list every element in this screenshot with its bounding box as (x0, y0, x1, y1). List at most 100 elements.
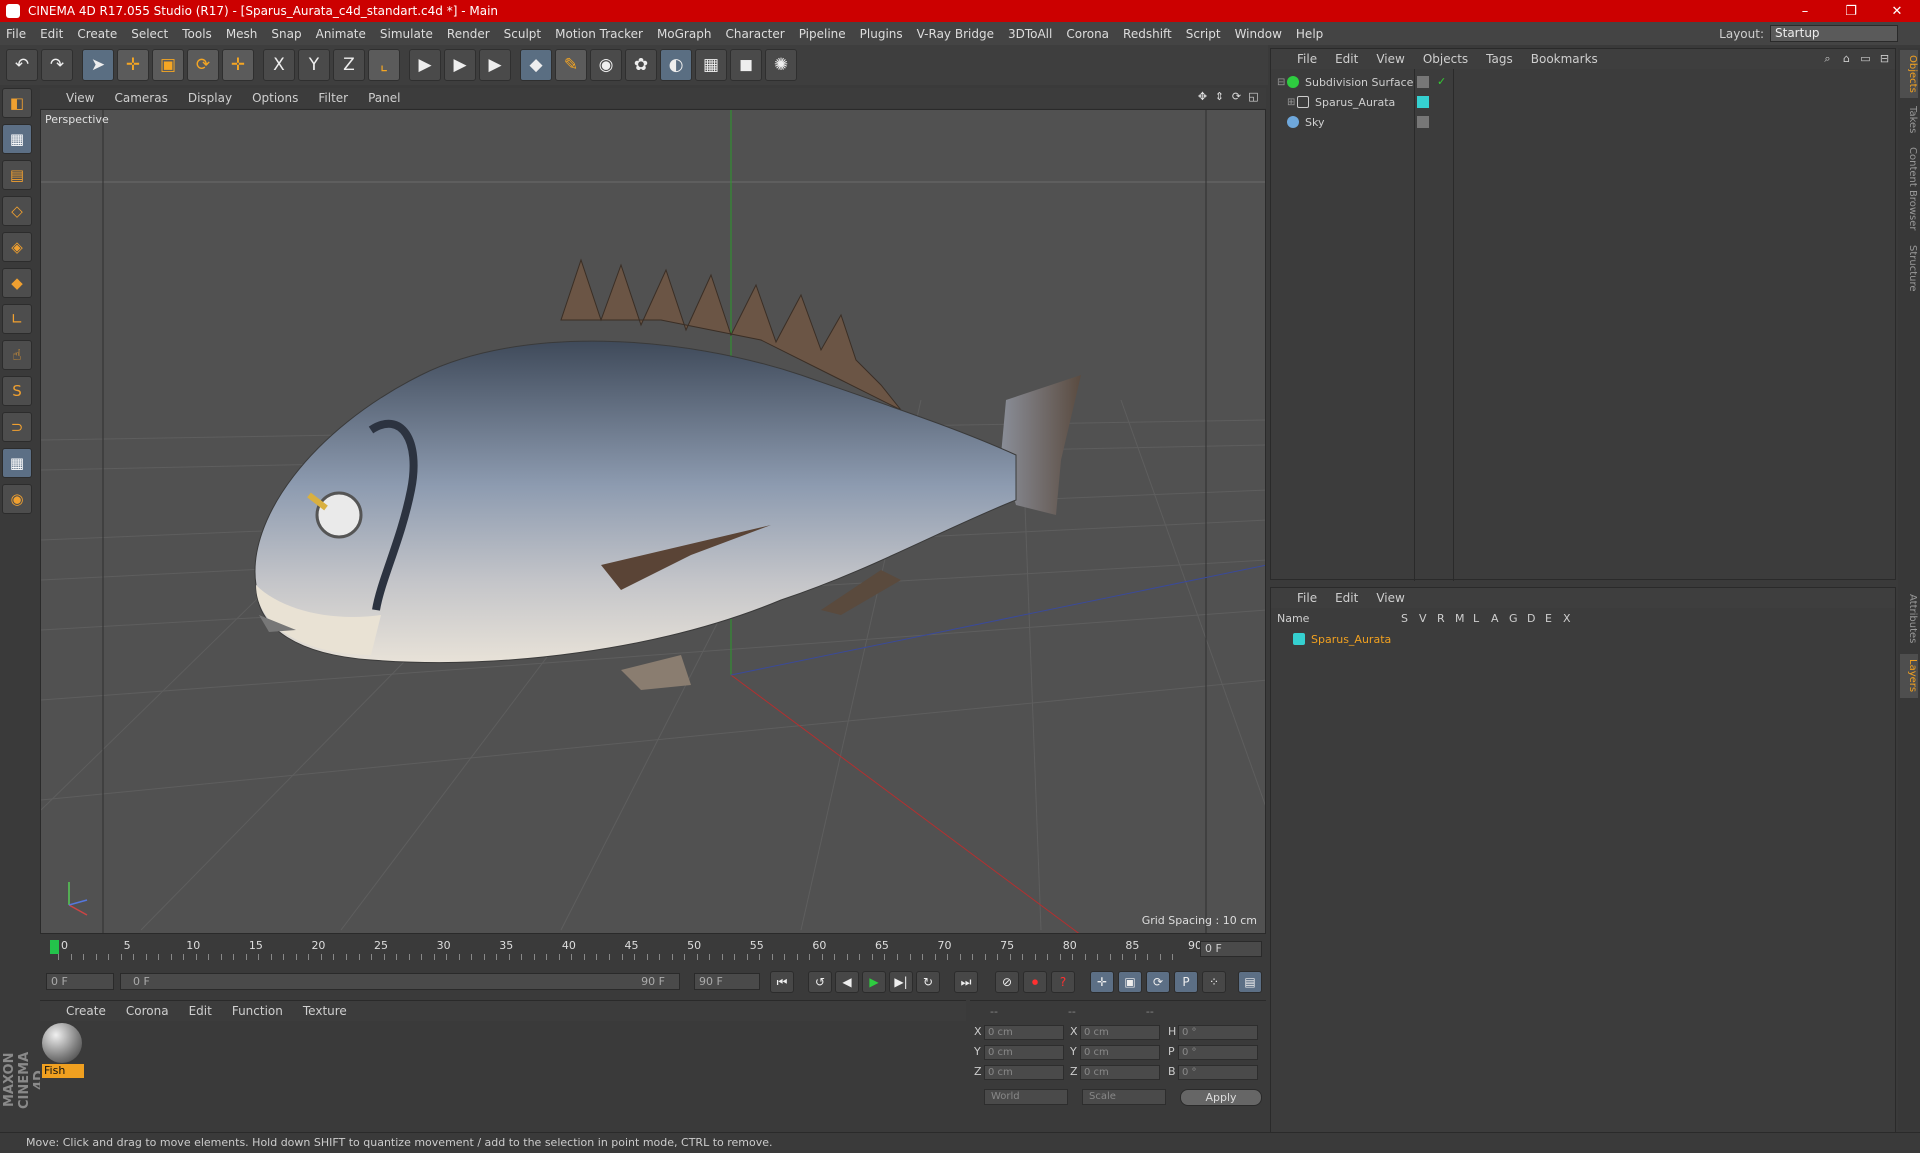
viewport-menu-panel[interactable]: Panel (368, 91, 400, 105)
menu-mesh[interactable]: Mesh (226, 27, 258, 41)
subdivision-surface-button[interactable]: ◉ (590, 49, 622, 81)
tweak-mode-button[interactable]: ☝ (2, 340, 32, 370)
render-picture-viewer-button[interactable]: ▶ (444, 49, 476, 81)
menu-snap[interactable]: Snap (271, 27, 301, 41)
key-rotation-button[interactable]: ⟳ (1146, 971, 1170, 993)
make-editable-button[interactable]: ◧ (2, 88, 32, 118)
z-axis-lock-button[interactable]: Z (333, 49, 365, 81)
menu-script[interactable]: Script (1186, 27, 1221, 41)
close-button[interactable]: ✕ (1874, 0, 1920, 22)
previous-keyframe-button[interactable]: ↺ (808, 971, 832, 993)
light-button[interactable]: ✺ (765, 49, 797, 81)
rot-h-field[interactable]: 0 ° (1178, 1025, 1258, 1040)
pos-y-field[interactable]: 0 cm (984, 1045, 1064, 1060)
last-tool-button[interactable]: ✛ (222, 49, 254, 81)
y-axis-lock-button[interactable]: Y (298, 49, 330, 81)
material-swatch-fish[interactable]: Fish (42, 1023, 84, 1079)
redo-button[interactable]: ↷ (41, 49, 73, 81)
lm-menu-edit[interactable]: Edit (1335, 591, 1358, 605)
key-scale-button[interactable]: ▣ (1118, 971, 1142, 993)
material-menu-function[interactable]: Function (232, 1004, 283, 1018)
next-frame-button[interactable]: ▶| (889, 971, 913, 993)
viewport-menu-options[interactable]: Options (252, 91, 298, 105)
object-row-sparus-aurata[interactable]: ⊞ Sparus_Aurata (1271, 93, 1895, 111)
new-window-icon[interactable]: ▭ (1859, 52, 1872, 65)
viewport-camera-label[interactable]: Perspective (45, 113, 109, 126)
viewport-menu-display[interactable]: Display (188, 91, 232, 105)
goto-start-button[interactable]: ⏮ (770, 971, 794, 993)
timeline-ruler[interactable]: 0 5 10 15 20 25 30 35 40 45 50 55 60 65 70 75 80 85 90 0 F (40, 936, 1266, 962)
locked-workplane-button[interactable]: ◉ (2, 484, 32, 514)
menu-animate[interactable]: Animate (316, 27, 366, 41)
object-row-subdivision-surface[interactable]: ⊟ Subdivision Surface ✓ (1271, 73, 1895, 91)
menu-render[interactable]: Render (447, 27, 490, 41)
autokey-button[interactable]: ? (1051, 971, 1075, 993)
pos-z-field[interactable]: 0 cm (984, 1065, 1064, 1080)
workplane-mode-button[interactable]: ◇ (2, 196, 32, 226)
menu-edit[interactable]: Edit (40, 27, 63, 41)
zoom-icon[interactable]: ⇕ (1213, 90, 1226, 103)
key-pla-button[interactable]: ⁘ (1202, 971, 1226, 993)
om-menu-file[interactable]: File (1297, 52, 1317, 66)
previous-frame-button[interactable]: ◀ (835, 971, 859, 993)
editor-visibility-icon[interactable] (1417, 76, 1429, 88)
material-menu-corona[interactable]: Corona (126, 1004, 169, 1018)
key-position-button[interactable]: ✛ (1090, 971, 1114, 993)
menu-select[interactable]: Select (131, 27, 168, 41)
points-mode-button[interactable]: ◈ (2, 232, 32, 262)
coordinate-system-button[interactable]: ⌞ (368, 49, 400, 81)
layer-row-sparus-aurata[interactable]: Sparus_Aurata (1271, 630, 1895, 648)
fish-model[interactable] (254, 258, 1081, 690)
edges-mode-button[interactable]: ◆ (2, 268, 32, 298)
pen-spline-button[interactable]: ✎ (555, 49, 587, 81)
scale-tool-button[interactable]: ▣ (152, 49, 184, 81)
orbit-icon[interactable]: ⟳ (1230, 90, 1243, 103)
rot-p-field[interactable]: 0 ° (1178, 1045, 1258, 1060)
menu-window[interactable]: Window (1235, 27, 1282, 41)
lm-menu-file[interactable]: File (1297, 591, 1317, 605)
size-mode-dropdown[interactable]: Scale (1082, 1089, 1166, 1105)
viewport-menu-cameras[interactable]: Cameras (114, 91, 167, 105)
start-frame-field[interactable]: 0 F (46, 973, 114, 990)
move-tool-button[interactable]: ✛ (117, 49, 149, 81)
size-y-field[interactable]: 0 cm (1080, 1045, 1160, 1060)
model-mode-button[interactable]: ▦ (2, 124, 32, 154)
undo-button[interactable]: ↶ (6, 49, 38, 81)
menu-vray-bridge[interactable]: V-Ray Bridge (917, 27, 994, 41)
tab-takes[interactable]: Takes (1900, 102, 1918, 138)
cloner-button[interactable]: ✿ (625, 49, 657, 81)
x-axis-lock-button[interactable]: X (263, 49, 295, 81)
key-parameter-button[interactable]: P (1174, 971, 1198, 993)
camera-button[interactable]: ◼ (730, 49, 762, 81)
tab-content-browser[interactable]: Content Browser (1900, 142, 1918, 236)
render-view-button[interactable]: ▶ (409, 49, 441, 81)
lm-menu-view[interactable]: View (1376, 591, 1404, 605)
menu-pipeline[interactable]: Pipeline (799, 27, 846, 41)
apply-button[interactable]: Apply (1180, 1089, 1262, 1106)
floor-button[interactable]: ▦ (695, 49, 727, 81)
texture-mode-button[interactable]: ▤ (2, 160, 32, 190)
om-menu-view[interactable]: View (1376, 52, 1404, 66)
menu-sculpt[interactable]: Sculpt (504, 27, 541, 41)
tab-attributes[interactable]: Attributes (1900, 588, 1918, 650)
search-icon[interactable]: ⌕ (1821, 52, 1834, 65)
frame-range-slider[interactable]: 0 F 90 F (120, 973, 680, 990)
menu-corona[interactable]: Corona (1066, 27, 1109, 41)
snap-button[interactable]: ⊃ (2, 412, 32, 442)
menu-motion-tracker[interactable]: Motion Tracker (555, 27, 643, 41)
workplane-lock-button[interactable]: ▦ (2, 448, 32, 478)
tab-layers[interactable]: Layers (1900, 654, 1918, 698)
pan-icon[interactable]: ✥ (1196, 90, 1209, 103)
layer-color-icon[interactable] (1417, 96, 1429, 108)
menu-help[interactable]: Help (1296, 27, 1323, 41)
timeline-playhead[interactable] (50, 940, 59, 954)
cube-primitive-button[interactable]: ◆ (520, 49, 552, 81)
layout-dropdown[interactable]: Startup (1770, 25, 1898, 42)
tab-objects[interactable]: Objects (1900, 50, 1918, 98)
timeline-window-button[interactable]: ▤ (1238, 971, 1262, 993)
om-menu-tags[interactable]: Tags (1486, 52, 1513, 66)
select-tool-button[interactable]: ➤ (82, 49, 114, 81)
layer-color-swatch[interactable] (1293, 633, 1305, 645)
rot-b-field[interactable]: 0 ° (1178, 1065, 1258, 1080)
motion-record-button[interactable]: ⊘ (995, 971, 1019, 993)
